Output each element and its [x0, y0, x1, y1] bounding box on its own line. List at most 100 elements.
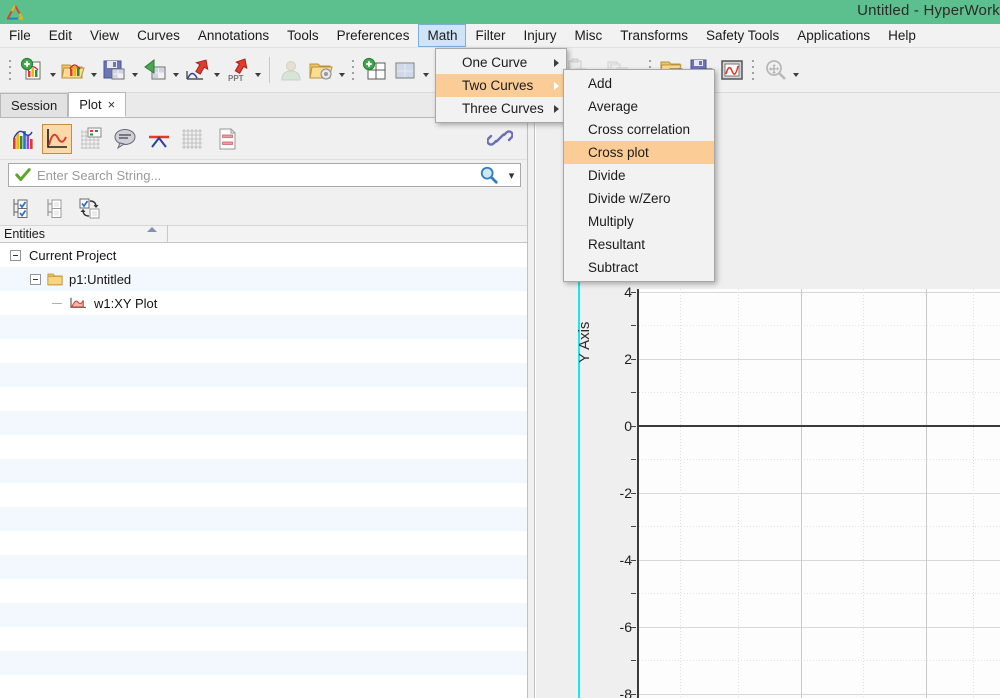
tree-row-current-project[interactable]: Current Project: [0, 243, 527, 267]
new-session-dropdown-arrow[interactable]: [47, 54, 58, 86]
import-dropdown-arrow[interactable]: [170, 54, 181, 86]
submenu-item-cross-correlation[interactable]: Cross correlation: [564, 118, 714, 141]
tree-row-p1-untitled[interactable]: p1:Untitled: [0, 267, 527, 291]
new-session-icon[interactable]: [17, 54, 47, 86]
toolbar-grip-2[interactable]: [350, 56, 357, 84]
submenu-item-cross-plot[interactable]: Cross plot: [564, 141, 714, 164]
menu-view[interactable]: View: [81, 24, 128, 47]
bar-chart-icon[interactable]: [8, 124, 38, 154]
magnifier-icon[interactable]: [479, 165, 499, 185]
gridline-major-h: [639, 493, 1000, 494]
menu-edit[interactable]: Edit: [40, 24, 81, 47]
export-curves-dropdown-arrow[interactable]: [211, 54, 222, 86]
export-ppt-dropdown-arrow[interactable]: [252, 54, 263, 86]
tree-row-empty: [0, 315, 527, 339]
math-menu-dropdown: One Curve Two Curves Three Curves: [435, 48, 567, 123]
menu-file[interactable]: File: [0, 24, 40, 47]
menu-transforms[interactable]: Transforms: [611, 24, 697, 47]
menu-annotations[interactable]: Annotations: [189, 24, 278, 47]
menu-math[interactable]: Math: [418, 24, 467, 47]
menu-safety-tools[interactable]: Safety Tools: [697, 24, 788, 47]
math-menu-item-three-curves[interactable]: Three Curves: [436, 97, 566, 120]
menu-help[interactable]: Help: [879, 24, 925, 47]
submenu-item-average[interactable]: Average: [564, 95, 714, 118]
xy-plot-icon: [70, 297, 86, 308]
y-tick-mark-minor: [631, 392, 636, 393]
page-layout-dropdown-arrow[interactable]: [420, 54, 431, 86]
notes-icon[interactable]: [212, 124, 242, 154]
export-curves-icon[interactable]: [181, 54, 211, 86]
zoom-pan-dropdown-arrow[interactable]: [790, 54, 801, 86]
tree-row-empty: [0, 339, 527, 363]
y-tick-mark-minor: [631, 325, 636, 326]
submenu-item-resultant[interactable]: Resultant: [564, 233, 714, 256]
y-tick-mark: [631, 292, 636, 293]
invert-check-icon[interactable]: [76, 194, 104, 222]
zoom-pan-icon[interactable]: [760, 54, 790, 86]
menu-tools[interactable]: Tools: [278, 24, 328, 47]
export-ppt-icon[interactable]: PPT: [222, 54, 252, 86]
tab-plot[interactable]: Plot ×: [68, 92, 127, 117]
axes-icon[interactable]: [76, 124, 106, 154]
math-menu-item-two-curves[interactable]: Two Curves: [436, 74, 566, 97]
y-tick-label: -8: [619, 686, 632, 698]
save-session-dropdown-arrow[interactable]: [129, 54, 140, 86]
legend-icon[interactable]: [110, 124, 140, 154]
tab-session[interactable]: Session: [0, 93, 69, 117]
link-chain-icon[interactable]: [485, 123, 515, 153]
tree-row-empty: [0, 483, 527, 507]
expander-minus-icon[interactable]: [30, 273, 41, 285]
import-icon[interactable]: [140, 54, 170, 86]
grid-icon[interactable]: [178, 124, 208, 154]
menu-misc[interactable]: Misc: [565, 24, 611, 47]
uncheck-all-icon[interactable]: [42, 194, 70, 222]
chevron-down-icon[interactable]: ▾: [505, 169, 518, 182]
toolbar-grip-1[interactable]: [7, 56, 14, 84]
open-model-dropdown-arrow[interactable]: [336, 54, 347, 86]
submenu-item-subtract[interactable]: Subtract: [564, 256, 714, 279]
tree-row-empty: [0, 363, 527, 387]
menu-curves[interactable]: Curves: [128, 24, 189, 47]
curve-plot-icon[interactable]: [42, 123, 72, 154]
sort-ascending-icon: [147, 227, 157, 232]
tab-session-label: Session: [11, 98, 58, 113]
menu-filter[interactable]: Filter: [466, 24, 514, 47]
open-model-icon[interactable]: [306, 54, 336, 86]
menu-applications[interactable]: Applications: [788, 24, 879, 47]
toolbar-grip-4[interactable]: [750, 56, 757, 84]
tree-row-empty: [0, 387, 527, 411]
menu-preferences[interactable]: Preferences: [328, 24, 419, 47]
submenu-item-add[interactable]: Add: [564, 72, 714, 95]
submenu-item-divide-w-zero[interactable]: Divide w/Zero: [564, 187, 714, 210]
submenu-item-label: Cross plot: [588, 145, 649, 160]
tab-plot-close-icon[interactable]: ×: [108, 98, 116, 111]
user-profile-icon[interactable]: [276, 54, 306, 86]
tree-row-w1-xy-plot[interactable]: w1:XY Plot: [0, 291, 527, 315]
datum-line-icon[interactable]: [144, 124, 174, 154]
y-tick-mark-minor: [631, 593, 636, 594]
check-all-icon[interactable]: [8, 194, 36, 222]
gridline-minor-v: [863, 289, 864, 698]
gridline-major-h: [639, 627, 1000, 628]
panel-splitter[interactable]: [527, 93, 535, 698]
submenu-item-label: Multiply: [588, 214, 634, 229]
submenu-item-label: Cross correlation: [588, 122, 691, 137]
page-layout-icon[interactable]: [390, 54, 420, 86]
math-menu-item-one-curve[interactable]: One Curve: [436, 51, 566, 74]
filter-row: [0, 190, 527, 225]
open-session-dropdown-arrow[interactable]: [88, 54, 99, 86]
submenu-item-divide[interactable]: Divide: [564, 164, 714, 187]
plot-window-icon[interactable]: [717, 54, 747, 86]
search-placeholder: Enter Search String...: [37, 167, 162, 183]
altair-triangle-logo-icon: [0, 0, 30, 24]
expander-minus-icon[interactable]: [10, 249, 21, 261]
add-page-icon[interactable]: [360, 54, 390, 86]
open-session-icon[interactable]: [58, 54, 88, 86]
y-tick-mark: [631, 493, 636, 494]
plot-grid[interactable]: [639, 289, 1000, 698]
entities-column-label-cell[interactable]: Entities: [0, 225, 168, 243]
menu-injury[interactable]: Injury: [514, 24, 565, 47]
search-input[interactable]: Enter Search String... ▾: [8, 163, 521, 187]
submenu-item-multiply[interactable]: Multiply: [564, 210, 714, 233]
save-session-icon[interactable]: [99, 54, 129, 86]
